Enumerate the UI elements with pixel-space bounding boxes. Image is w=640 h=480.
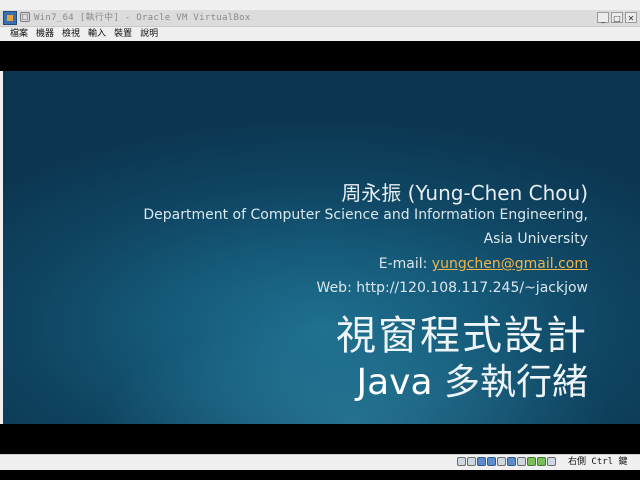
optical-icon[interactable] <box>467 457 476 466</box>
system-menu-icon[interactable]: ☐ <box>20 12 30 22</box>
subtitle-java: Java <box>356 362 433 403</box>
window-title: Win7_64 [執行中] - Oracle VM VirtualBox <box>34 13 251 23</box>
slide-department-line-1: Department of Computer Science and Infor… <box>143 207 588 223</box>
hdd-icon[interactable] <box>457 457 466 466</box>
screen-bottom-edge <box>0 470 640 480</box>
menu-help[interactable]: 說明 <box>136 27 162 41</box>
presentation-slide[interactable]: 周永振 (Yung-Chen Chou) Department of Compu… <box>3 71 640 424</box>
title-bar[interactable]: ☐ Win7_64 [執行中] - Oracle VM VirtualBox _… <box>0 10 640 27</box>
mouse-icon[interactable] <box>537 457 546 466</box>
menu-devices[interactable]: 裝置 <box>110 27 136 41</box>
shared-folder-icon[interactable] <box>497 457 506 466</box>
menu-file[interactable]: 檔案 <box>6 27 32 41</box>
subtitle-multithreading: 多執行緒 <box>432 362 588 403</box>
vm-screen-letterbox-top <box>0 41 640 71</box>
slide-subtitle: Java 多執行緒 <box>357 353 589 405</box>
close-button[interactable]: ✕ <box>625 12 637 23</box>
slide-web-line: Web: http://120.108.117.245/~jackjow <box>316 280 588 296</box>
email-link[interactable]: yungchen@gmail.com <box>432 256 588 272</box>
display-icon[interactable] <box>507 457 516 466</box>
host-key-indicator[interactable]: 右側 Ctrl 鍵 <box>568 455 628 470</box>
email-label: E-mail: <box>378 256 432 272</box>
menu-view[interactable]: 檢視 <box>58 27 84 41</box>
slide-author: 周永振 (Yung-Chen Chou) <box>341 181 588 205</box>
network-icon[interactable] <box>487 457 496 466</box>
maximize-button[interactable]: □ <box>611 12 623 23</box>
audio-icon[interactable] <box>547 457 556 466</box>
slide-department-line-2: Asia University <box>483 231 588 247</box>
menu-machine[interactable]: 機器 <box>32 27 58 41</box>
virtualbox-app-icon[interactable] <box>3 11 17 25</box>
vm-screen-letterbox-bottom <box>0 424 640 454</box>
menu-input[interactable]: 輸入 <box>84 27 110 41</box>
video-capture-icon[interactable] <box>517 457 526 466</box>
virtualbox-window: ☐ Win7_64 [執行中] - Oracle VM VirtualBox _… <box>0 0 640 480</box>
usb-icon[interactable] <box>477 457 486 466</box>
device-status-icons <box>457 457 556 466</box>
menu-bar: 檔案 機器 檢視 輸入 裝置 說明 <box>0 27 640 41</box>
cpu-icon <box>527 457 536 466</box>
status-bar: 右側 Ctrl 鍵 <box>0 454 640 470</box>
slide-email-line: E-mail: yungchen@gmail.com <box>379 256 588 272</box>
minimize-button[interactable]: _ <box>597 12 609 23</box>
